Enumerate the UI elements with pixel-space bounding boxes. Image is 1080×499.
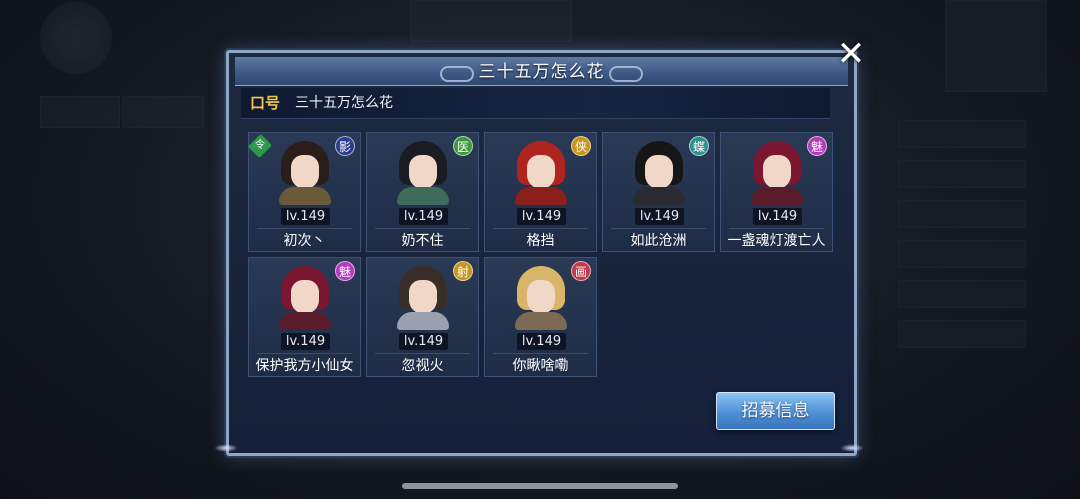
member-name: 格挡 [526, 233, 555, 249]
name-divider [257, 353, 352, 354]
slogan-label: 口号 [250, 94, 281, 112]
portrait-body [751, 187, 803, 205]
member-level: lv.149 [281, 208, 330, 225]
name-divider [375, 353, 470, 354]
member-portrait [273, 139, 337, 205]
member-portrait [391, 264, 455, 330]
name-divider [257, 228, 352, 229]
member-name: 如此沧洲 [630, 233, 687, 249]
portrait-body [279, 187, 331, 205]
name-divider [493, 228, 588, 229]
portrait-face [291, 280, 319, 314]
portrait-body [515, 187, 567, 205]
class-badge-icon: 画 [571, 261, 591, 281]
member-name: 你瞅啥嘞 [512, 358, 569, 374]
member-grid: 影 lv.149 初次丶 令 医 lv.149 奶不住 侠 lv.149 格挡 … [241, 124, 833, 378]
class-badge-icon: 魅 [807, 136, 827, 156]
member-portrait [745, 139, 809, 205]
portrait-face [527, 280, 555, 314]
recruit-info-button[interactable]: 招募信息 [716, 392, 835, 430]
member-name: 奶不住 [401, 233, 444, 249]
slogan-text: 三十五万怎么花 [295, 95, 393, 111]
class-badge-icon: 射 [453, 261, 473, 281]
dialog-title-bar: 三十五万怎么花 [235, 57, 848, 86]
portrait-body [397, 312, 449, 330]
member-card[interactable]: 射 lv.149 忽视火 [366, 257, 479, 377]
member-portrait [627, 139, 691, 205]
home-indicator [402, 483, 678, 489]
member-card[interactable]: 魅 lv.149 一盏魂灯渡亡人 [720, 132, 833, 252]
portrait-body [279, 312, 331, 330]
close-icon: ✕ [836, 34, 866, 74]
class-badge-icon: 魅 [335, 261, 355, 281]
name-divider [729, 228, 824, 229]
corner-ornament [214, 444, 238, 452]
member-level: lv.149 [517, 333, 566, 350]
member-level: lv.149 [635, 208, 684, 225]
portrait-face [409, 155, 437, 189]
dialog-title: 三十五万怎么花 [478, 62, 605, 82]
name-divider [611, 228, 706, 229]
member-name: 初次丶 [283, 233, 326, 249]
name-divider [493, 353, 588, 354]
member-card[interactable]: 画 lv.149 你瞅啥嘞 [484, 257, 597, 377]
member-name: 忽视火 [401, 358, 444, 374]
corner-ornament [840, 444, 864, 452]
member-portrait [509, 139, 573, 205]
portrait-face [527, 155, 555, 189]
member-name: 一盏魂灯渡亡人 [727, 233, 826, 249]
member-level: lv.149 [281, 333, 330, 350]
portrait-face [645, 155, 673, 189]
member-level: lv.149 [753, 208, 802, 225]
member-level: lv.149 [517, 208, 566, 225]
class-badge-icon: 侠 [571, 136, 591, 156]
member-portrait [273, 264, 337, 330]
portrait-body [515, 312, 567, 330]
portrait-body [397, 187, 449, 205]
portrait-face [763, 155, 791, 189]
portrait-face [409, 280, 437, 314]
name-divider [375, 228, 470, 229]
member-level: lv.149 [399, 208, 448, 225]
member-name: 保护我方小仙女 [255, 358, 354, 374]
leader-badge-icon: 令 [247, 133, 273, 159]
portrait-face [291, 155, 319, 189]
slogan-row: 口号 三十五万怎么花 [241, 88, 830, 119]
member-level: lv.149 [399, 333, 448, 350]
close-button[interactable]: ✕ [834, 37, 868, 72]
member-card[interactable]: 蝶 lv.149 如此沧洲 [602, 132, 715, 252]
leader-badge-label: 令 [255, 140, 265, 151]
member-card[interactable]: 侠 lv.149 格挡 [484, 132, 597, 252]
member-card[interactable]: 魅 lv.149 保护我方小仙女 [248, 257, 361, 377]
class-badge-icon: 蝶 [689, 136, 709, 156]
member-card[interactable]: 医 lv.149 奶不住 [366, 132, 479, 252]
class-badge-icon: 影 [335, 136, 355, 156]
member-portrait [391, 139, 455, 205]
member-portrait [509, 264, 573, 330]
portrait-body [633, 187, 685, 205]
class-badge-icon: 医 [453, 136, 473, 156]
member-card[interactable]: 影 lv.149 初次丶 令 [247, 132, 361, 252]
